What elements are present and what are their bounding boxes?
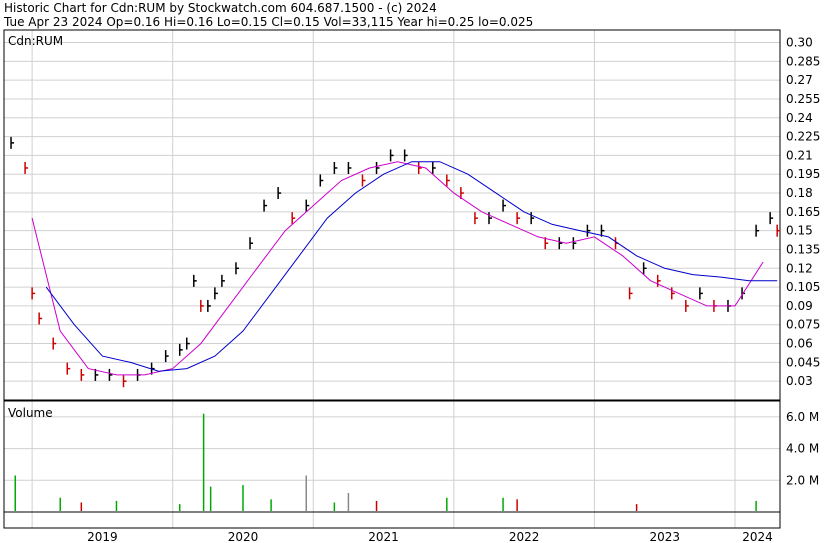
price-tick-label: 0.285 [786, 54, 820, 68]
price-tick-label: 0.03 [786, 374, 813, 388]
price-tick-label: 0.27 [786, 73, 813, 87]
price-tick-label: 0.105 [786, 280, 820, 294]
price-tick-label: 0.06 [786, 337, 813, 351]
volume-tick-label: 2.0 M [786, 473, 819, 487]
price-tick-label: 0.24 [786, 111, 813, 125]
price-tick-label: 0.30 [786, 36, 813, 50]
price-axis-ticks: 0.30 0.285 0.27 0.255 0.24 0.225 0.21 0.195 0.18… [786, 36, 820, 389]
price-tick-label: 0.225 [786, 130, 820, 144]
price-tick-label: 0.135 [786, 242, 820, 256]
volume-tick-label: 6.0 M [786, 410, 819, 424]
stock-chart: Cdn:RUM Volume 0.30 0.285 0.27 0.255 0.24 0.2… [3, 29, 820, 543]
price-tick-label: 0.255 [786, 92, 820, 106]
date-axis-labels: 2019 2020 2021 2022 2023 2024 [87, 530, 773, 543]
price-tick-label: 0.195 [786, 167, 820, 181]
year-label: 2021 [368, 530, 399, 543]
price-tick-label: 0.12 [786, 261, 813, 275]
year-label: 2022 [509, 530, 540, 543]
price-tick-label: 0.165 [786, 205, 820, 219]
year-label: 2024 [742, 530, 773, 543]
price-tick-label: 0.15 [786, 224, 813, 238]
volume-tick-label: 4.0 M [786, 442, 819, 456]
year-label: 2023 [649, 530, 680, 543]
price-tick-label: 0.09 [786, 299, 813, 313]
volume-panel-frame [3, 400, 781, 513]
year-label: 2020 [228, 530, 259, 543]
price-tick-label: 0.075 [786, 318, 820, 332]
price-grid [4, 30, 780, 528]
price-tick-label: 0.18 [786, 186, 813, 200]
year-label: 2019 [87, 530, 118, 543]
price-tick-label: 0.045 [786, 355, 820, 369]
volume-panel-label: Volume [8, 406, 53, 420]
price-tick-label: 0.21 [786, 148, 813, 162]
price-panel-frame [3, 29, 781, 401]
price-panel-label: Cdn:RUM [8, 34, 63, 48]
volume-axis-ticks: 6.0 M 4.0 M 2.0 M [786, 410, 819, 487]
volume-bars [14, 413, 757, 511]
date-axis-frame [3, 511, 781, 529]
